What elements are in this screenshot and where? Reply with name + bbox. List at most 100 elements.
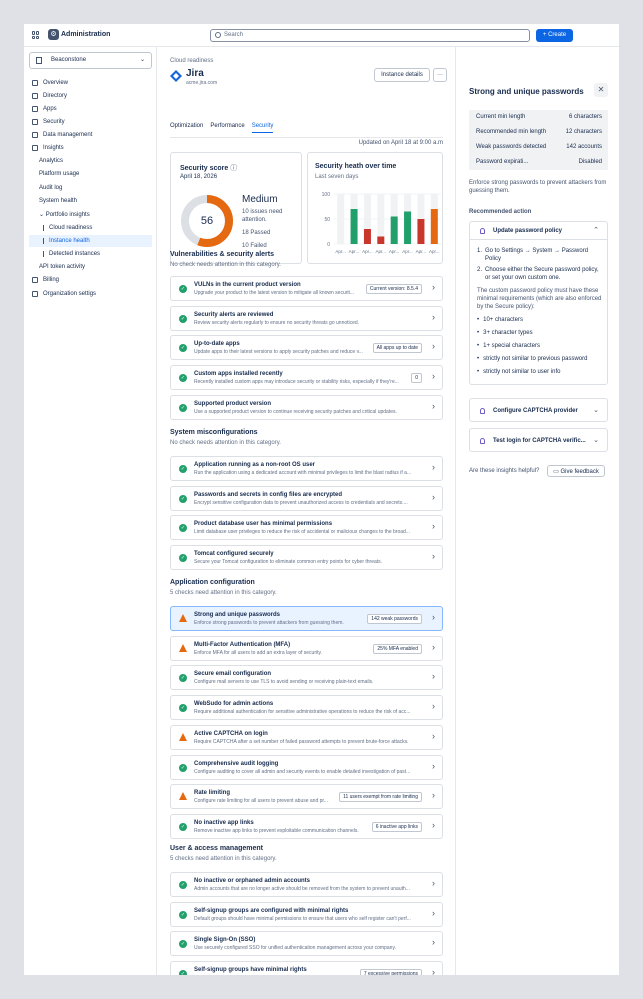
- chevron-right-icon: ›: [432, 491, 435, 502]
- sidebar-item-audit-log[interactable]: Audit log: [29, 182, 152, 194]
- health-chart: 100500Apr... Apr... Apr... Apr... Apr... Apr.…: [322, 192, 441, 254]
- check-card[interactable]: ✓ Supported product version Use a supporte…: [170, 394, 443, 420]
- status-badge: All apps up to date: [372, 343, 422, 354]
- sidebar-item-portfolio-insights[interactable]: ⌄ Portfolio insights: [29, 209, 152, 221]
- chevron-down-icon[interactable]: ⌄: [593, 406, 599, 414]
- stat-row: Current min length 6 characters: [469, 110, 608, 125]
- check-card[interactable]: ✓ Single Sign-On (SSO) Use securely config…: [170, 931, 443, 957]
- check-card[interactable]: ✓ Passwords and secrets in config files a…: [170, 485, 443, 511]
- tab-optimization[interactable]: Optimization: [170, 123, 203, 133]
- check-card[interactable]: ✓ Self-signup groups have minimal rights 7…: [170, 961, 443, 975]
- org-selector[interactable]: Beaconstone ⌄: [29, 52, 152, 69]
- check-title: Passwords and secrets in config files ar…: [194, 491, 343, 498]
- more-icon[interactable]: ···: [433, 68, 447, 82]
- chevron-right-icon: ›: [432, 701, 435, 712]
- sidebar-item-directory[interactable]: Directory: [29, 90, 152, 102]
- check-card[interactable]: ✓ Up-to-date apps Update apps to their lat…: [170, 335, 443, 361]
- accordion-update-password-policy[interactable]: Update password policy ⌃ 1. Go to Setting…: [469, 221, 608, 385]
- check-card[interactable]: Multi-Factor Authentication (MFA) Enforce…: [170, 635, 443, 661]
- score-level: Medium: [242, 194, 278, 205]
- chart-bar[interactable]: [417, 219, 425, 244]
- check-card[interactable]: ✓ Self-signup groups are configured with …: [170, 901, 443, 927]
- sidebar-item-label: Analytics: [39, 158, 64, 164]
- tree-line-icon: [43, 238, 44, 244]
- check-card[interactable]: ✓ No inactive app links Remove inactive ap…: [170, 813, 443, 839]
- stat-row: Recommended min length 12 characters: [469, 125, 608, 140]
- security-health-panel: Security heath over time Last seven days…: [307, 152, 443, 264]
- check-card[interactable]: ✓ Security alerts are reviewed Review secu…: [170, 305, 443, 331]
- check-card[interactable]: ✓ VULNs in the current product version Upg…: [170, 276, 443, 301]
- sidebar-item-instance-health[interactable]: Instance health: [29, 235, 152, 247]
- check-title: No inactive or orphaned admin accounts: [194, 878, 311, 884]
- chart-bar[interactable]: [404, 211, 412, 245]
- section-title: Vulnerabilities & security alerts: [170, 251, 275, 258]
- lightbulb-icon: [480, 438, 485, 444]
- sidebar-item-label: Insights: [43, 145, 64, 151]
- chart-bar[interactable]: [430, 209, 438, 244]
- sidebar-item-api-token-activity[interactable]: API token activity: [29, 261, 152, 273]
- chart-bar[interactable]: [350, 209, 358, 244]
- check-card[interactable]: ✓ Secure email configuration Configure mai…: [170, 665, 443, 691]
- instance-details-button[interactable]: Instance details: [374, 68, 430, 82]
- check-card[interactable]: Rate limiting Configure rate limiting for…: [170, 784, 443, 810]
- check-card[interactable]: ✓ Application running as a non-root OS us…: [170, 456, 443, 481]
- check-circle-icon: ✓: [179, 465, 187, 473]
- check-card[interactable]: Strong and unique passwords Enforce stron…: [170, 606, 443, 631]
- create-button[interactable]: + Create: [536, 29, 573, 42]
- sidebar-item-overview[interactable]: Overview: [29, 77, 152, 89]
- sidebar-item-detected-instances[interactable]: Detected instances: [29, 248, 152, 260]
- accordion-configure-captcha[interactable]: Configure CAPTCHA provider ⌄: [469, 398, 608, 422]
- check-card[interactable]: Active CAPTCHA on login Require CAPTCHA a…: [170, 724, 443, 750]
- chevron-down-icon[interactable]: ⌄: [593, 436, 599, 444]
- lightbulb-icon: [480, 408, 485, 414]
- sidebar-item-insights[interactable]: Insights: [29, 142, 152, 154]
- sidebar-item-analytics[interactable]: Analytics: [29, 155, 152, 167]
- check-desc: Configure auditing to cover all admin an…: [194, 768, 411, 775]
- status-badge: 6 inactive app links: [371, 821, 422, 832]
- check-title: Single Sign-On (SSO): [194, 937, 256, 944]
- tab-security[interactable]: Security: [251, 123, 274, 133]
- tree-line-icon: [43, 225, 44, 231]
- chart-bar[interactable]: [390, 216, 398, 245]
- sidebar-item-organization-settigs[interactable]: Organization settigs: [29, 288, 152, 300]
- product-name: Jira: [186, 68, 204, 79]
- info-icon[interactable]: ⓘ: [230, 165, 237, 172]
- close-icon[interactable]: ✕: [594, 83, 608, 97]
- accordion-test-login[interactable]: Test login for CAPTCHA verific... ⌄: [469, 428, 608, 452]
- breadcrumb[interactable]: Cloud readiness: [170, 58, 213, 64]
- sidebar-item-cloud-readiness[interactable]: Cloud readiness: [29, 222, 152, 234]
- give-feedback-button[interactable]: ▭ Give feedback: [547, 465, 605, 477]
- requirement-item: • strictly not similar to previous passwo…: [477, 355, 603, 363]
- check-card[interactable]: ✓ Tomcat configured securely Secure your T…: [170, 545, 443, 571]
- check-card[interactable]: ✓ No inactive or orphaned admin accounts A…: [170, 872, 443, 897]
- check-circle-icon: ✓: [179, 314, 187, 323]
- check-card[interactable]: ✓ Custom apps installed recently Recently …: [170, 365, 443, 391]
- sidebar-item-label: Security: [43, 119, 65, 125]
- score-value: 56: [200, 215, 214, 227]
- check-title: Multi-Factor Authentication (MFA): [194, 641, 291, 648]
- sidebar-item-security[interactable]: Security: [29, 116, 152, 128]
- check-title: Supported product version: [194, 400, 272, 407]
- chevron-up-icon[interactable]: ⌃: [593, 226, 599, 234]
- sidebar-item-data-management[interactable]: Data management: [29, 129, 152, 141]
- chart-bar[interactable]: [377, 236, 385, 245]
- chart-bar[interactable]: [363, 229, 371, 244]
- requirement-text: 10+ characters: [483, 317, 523, 323]
- x-tick-label: Apr...: [429, 249, 440, 254]
- sidebar-item-billing[interactable]: Billing: [29, 274, 152, 286]
- sidebar-item-apps[interactable]: Apps: [29, 103, 152, 115]
- check-card[interactable]: ✓ Comprehensive audit logging Configure au…: [170, 754, 443, 780]
- health-title: Security heath over time: [315, 163, 397, 170]
- check-card[interactable]: ✓ Product database user has minimal permi…: [170, 515, 443, 541]
- sidebar-item-platform-usage[interactable]: Platform usage: [29, 168, 152, 180]
- app-switcher-icon[interactable]: [32, 31, 40, 39]
- sidebar-item-system-health[interactable]: System health: [29, 195, 152, 207]
- x-tick-label: Apr...: [349, 249, 360, 254]
- check-title: Product database user has minimal permis…: [194, 521, 333, 528]
- check-title: Application running as a non-root OS use…: [194, 462, 316, 468]
- tab-performance[interactable]: Performance: [210, 123, 244, 133]
- search-input[interactable]: Search: [210, 29, 530, 42]
- check-card[interactable]: ✓ WebSudo for admin actions Require additi…: [170, 695, 443, 721]
- passed-count: 18 Passed: [242, 230, 271, 236]
- nav-icon: [32, 80, 38, 86]
